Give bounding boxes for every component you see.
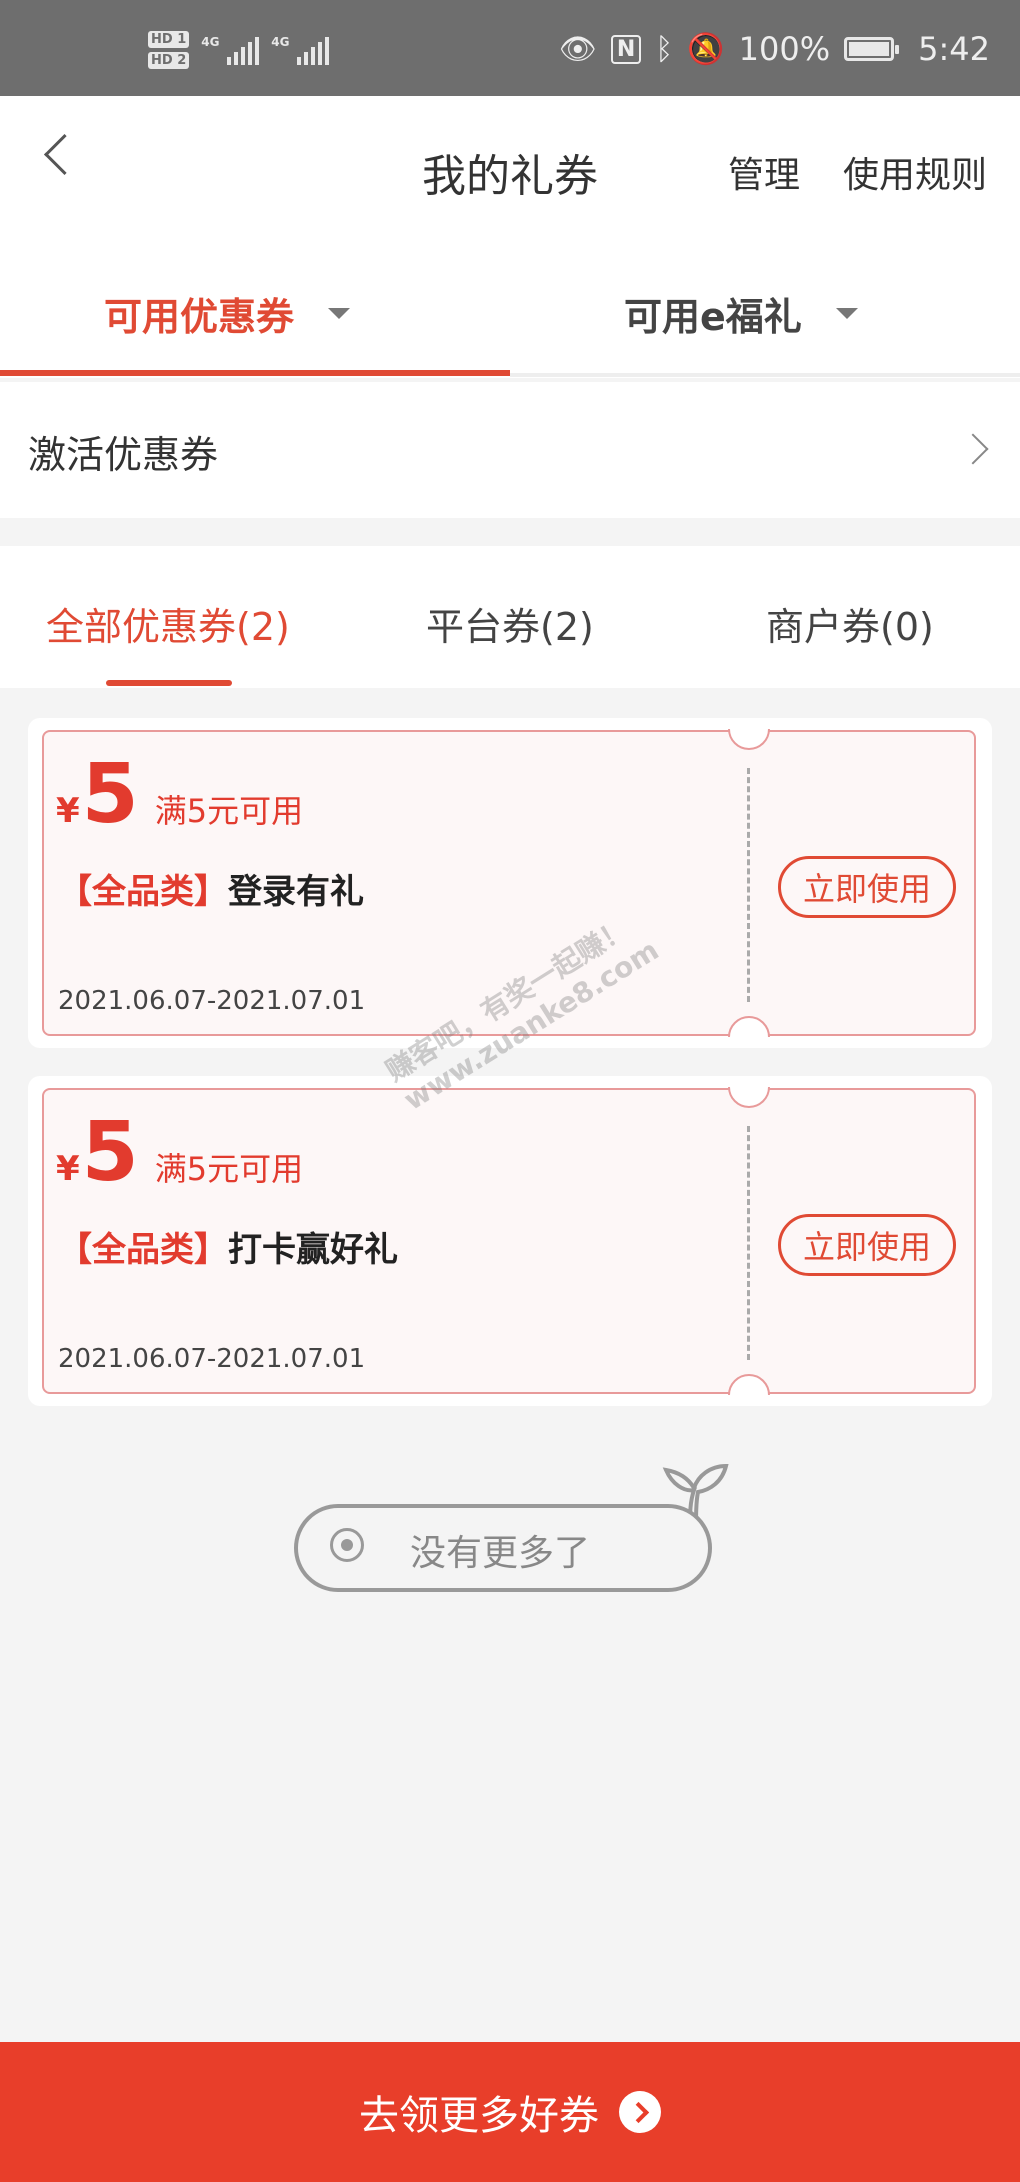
- usage-rules-link[interactable]: 使用规则: [843, 146, 987, 198]
- eye-icon: 👁: [558, 31, 597, 67]
- coupon-category: 【全品类】: [58, 1230, 228, 1270]
- tab-platform-coupons[interactable]: 平台券(2): [426, 596, 594, 651]
- nav-bar: 我的礼券 管理 使用规则: [0, 96, 1020, 246]
- dropdown-triangle-icon: [835, 308, 858, 319]
- activate-coupon-label: 激活优惠券: [28, 433, 219, 477]
- coupon-type-tabs: 全部优惠券(2) 平台券(2) 商户券(0): [0, 546, 1020, 688]
- ticket-notch: [728, 729, 770, 750]
- use-now-button[interactable]: 立即使用: [778, 1214, 956, 1276]
- coupon-condition: 满5元可用: [154, 1150, 304, 1188]
- amount-value: 5: [81, 1105, 139, 1200]
- coupon-title: 【全品类】 打卡赢好礼: [58, 1222, 398, 1271]
- tab-merchant-coupons[interactable]: 商户券(0): [766, 596, 934, 651]
- arrow-right-circle-icon: [619, 2091, 661, 2133]
- active-subtab-indicator: [106, 680, 232, 686]
- status-left: HD 1 HD 2 4G 4G: [148, 26, 330, 74]
- hd2-badge: HD 2: [148, 52, 190, 69]
- tab-available-e-gifts[interactable]: 可用e福礼: [624, 286, 858, 341]
- status-right: 👁 N ᛒ 🔕 100% 5:42: [559, 24, 990, 74]
- signal-1-icon: 4G: [201, 35, 260, 65]
- ticket-notch: [728, 1374, 770, 1395]
- coupon-name: 打卡赢好礼: [228, 1230, 398, 1270]
- battery-icon: [844, 37, 900, 61]
- get-more-coupons-button[interactable]: 去领更多好券: [0, 2042, 1020, 2182]
- manage-link[interactable]: 管理: [728, 146, 800, 198]
- tab-all-coupons[interactable]: 全部优惠券(2): [46, 596, 290, 651]
- ticket-notch: [728, 1087, 770, 1108]
- coupon-date-range: 2021.06.07-2021.07.01: [58, 986, 366, 1016]
- top-tabs: 可用优惠券 可用e福礼: [0, 246, 1020, 378]
- no-more-whale: 没有更多了: [294, 1462, 729, 1602]
- coupon-amount: ¥ 5 满5元可用: [56, 750, 303, 840]
- coupon-name: 登录有礼: [228, 872, 364, 912]
- coupon-date-range: 2021.06.07-2021.07.01: [58, 1344, 366, 1374]
- chevron-right-icon: [957, 433, 989, 465]
- coupon-title: 【全品类】 登录有礼: [58, 864, 364, 913]
- coupon-condition: 满5元可用: [154, 792, 304, 830]
- whale-eye-icon: [330, 1528, 364, 1562]
- coupon-ticket: ¥ 5 满5元可用 【全品类】 打卡赢好礼 2021.06.07-2021.07…: [42, 1087, 976, 1395]
- amount-value: 5: [81, 747, 139, 842]
- currency-symbol: ¥: [56, 1149, 80, 1189]
- tab-available-coupons[interactable]: 可用优惠券: [104, 286, 351, 341]
- ticket-divider: [747, 1126, 750, 1360]
- tab-label: 可用优惠券: [104, 295, 295, 339]
- activate-coupon-row[interactable]: 激活优惠券: [0, 382, 1020, 518]
- bluetooth-icon: ᛒ: [655, 31, 674, 67]
- signal-2-icon: 4G: [271, 35, 330, 65]
- hd1-badge: HD 1: [148, 31, 190, 48]
- tab-divider: [510, 373, 1020, 377]
- currency-symbol: ¥: [56, 791, 80, 831]
- hd-indicators: HD 1 HD 2: [148, 31, 190, 69]
- coupon-card: ¥ 5 满5元可用 【全品类】 打卡赢好礼 2021.06.07-2021.07…: [28, 1076, 992, 1406]
- coupon-amount: ¥ 5 满5元可用: [56, 1108, 303, 1198]
- status-bar: HD 1 HD 2 4G 4G 👁 N ᛒ 🔕 100% 5:42: [0, 0, 1020, 96]
- tab-label: 可用e福礼: [624, 295, 802, 339]
- clock: 5:42: [918, 30, 990, 68]
- no-more-text: 没有更多了: [410, 1533, 591, 1574]
- dropdown-triangle-icon: [328, 308, 351, 319]
- battery-percent: 100%: [738, 30, 831, 68]
- active-tab-indicator: [0, 370, 510, 376]
- coupon-category: 【全品类】: [58, 872, 228, 912]
- use-now-button[interactable]: 立即使用: [778, 856, 956, 918]
- ticket-divider: [747, 768, 750, 1002]
- get-more-coupons-label: 去领更多好券: [359, 2093, 599, 2139]
- mute-bell-icon: 🔕: [687, 31, 725, 67]
- ticket-notch: [728, 1016, 770, 1037]
- nfc-icon: N: [610, 34, 642, 64]
